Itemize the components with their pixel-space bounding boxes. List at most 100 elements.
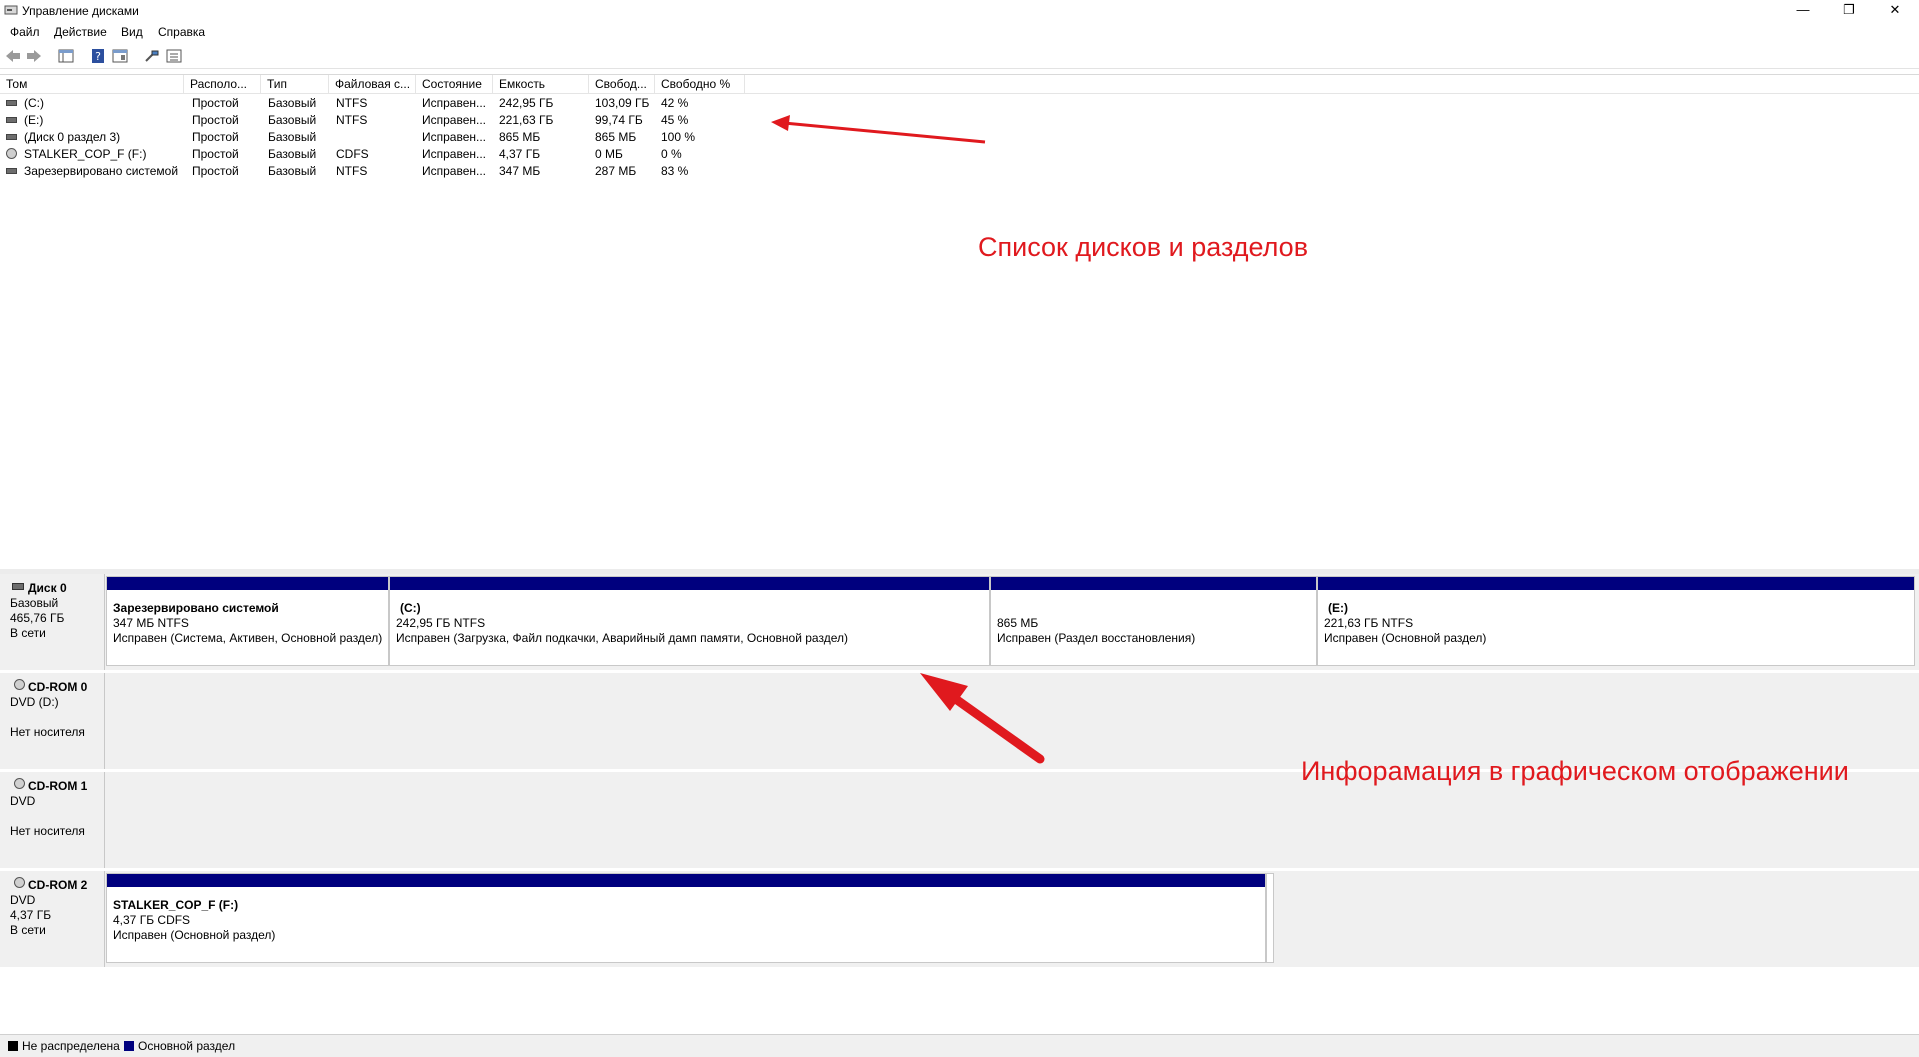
disk-row-cdrom2: CD-ROM 2 DVD 4,37 ГБ В сети STALKER_COP_… bbox=[0, 871, 1919, 970]
disk-management-app-icon bbox=[4, 5, 18, 15]
column-header-filesystem[interactable]: Файловая с... bbox=[329, 75, 416, 93]
cell-free-percent: 45 % bbox=[661, 113, 689, 127]
cell-free-percent: 42 % bbox=[661, 96, 689, 110]
connect-icon[interactable] bbox=[144, 49, 160, 63]
cell-volume: (E:) bbox=[24, 113, 44, 127]
cell-status: Исправен... bbox=[422, 113, 487, 127]
list-row[interactable]: (Диск 0 раздел 3) Простой Базовый Исправ… bbox=[0, 129, 760, 146]
cdrom-icon bbox=[14, 877, 25, 888]
annotation-graphic-label: Инфорамация в графическом отображении bbox=[1301, 756, 1849, 786]
partition-system-reserved[interactable]: Зарезервировано системой 347 МБ NTFS Исп… bbox=[107, 577, 390, 665]
disk-type: Базовый bbox=[10, 596, 59, 610]
console-tree-icon[interactable] bbox=[58, 49, 74, 63]
cdrom-icon bbox=[6, 148, 17, 159]
cell-capacity: 4,37 ГБ bbox=[499, 147, 541, 161]
volume-icon bbox=[6, 117, 17, 123]
column-header-volume[interactable]: Том bbox=[0, 75, 184, 93]
partition-size: 865 МБ bbox=[997, 616, 1039, 630]
cell-type: Базовый bbox=[268, 130, 317, 144]
back-arrow-icon[interactable] bbox=[5, 49, 21, 63]
disk-info[interactable]: CD-ROM 0 DVD (D:) Нет носителя bbox=[0, 673, 105, 769]
column-header-layout[interactable]: Располо... bbox=[184, 75, 261, 93]
disk-type: DVD bbox=[10, 893, 36, 907]
cell-filesystem: NTFS bbox=[336, 113, 368, 127]
legend-primary-label: Основной раздел bbox=[138, 1039, 236, 1053]
disk-name: CD-ROM 1 bbox=[28, 779, 88, 793]
partition-title: (C:) bbox=[400, 601, 421, 615]
disk-name: Диск 0 bbox=[28, 581, 67, 595]
cdrom-icon bbox=[14, 679, 25, 690]
cell-layout: Простой bbox=[192, 130, 239, 144]
disk-status: В сети bbox=[10, 626, 46, 640]
cell-filesystem: NTFS bbox=[336, 96, 368, 110]
properties-icon[interactable] bbox=[112, 49, 128, 63]
disk-type: DVD (D:) bbox=[10, 695, 59, 709]
list-header: Том Располо... Тип Файловая с... Состоян… bbox=[0, 75, 1919, 94]
volume-list: Том Располо... Тип Файловая с... Состоян… bbox=[0, 74, 1919, 571]
column-header-status[interactable]: Состояние bbox=[416, 75, 493, 93]
restore-button[interactable]: ❐ bbox=[1826, 0, 1872, 22]
svg-text:?: ? bbox=[95, 50, 101, 63]
forward-arrow-icon[interactable] bbox=[26, 49, 42, 63]
column-header-free-percent[interactable]: Свободно % bbox=[655, 75, 745, 93]
column-header-capacity[interactable]: Емкость bbox=[493, 75, 589, 93]
cell-layout: Простой bbox=[192, 164, 239, 178]
cell-volume: STALKER_COP_F (F:) bbox=[24, 147, 147, 161]
cell-free: 865 МБ bbox=[595, 130, 637, 144]
cell-status: Исправен... bbox=[422, 164, 487, 178]
partition-recovery[interactable]: 865 МБ Исправен (Раздел восстановления) bbox=[991, 577, 1318, 665]
partition-title: (E:) bbox=[1328, 601, 1348, 615]
menu-file[interactable]: Файл bbox=[10, 25, 40, 39]
partition-size: 347 МБ NTFS bbox=[113, 616, 189, 630]
disk-info[interactable]: Диск 0 Базовый 465,76 ГБ В сети bbox=[0, 574, 105, 670]
cell-status: Исправен... bbox=[422, 130, 487, 144]
partition-title: Зарезервировано системой bbox=[113, 601, 279, 615]
disk-info[interactable]: CD-ROM 2 DVD 4,37 ГБ В сети bbox=[0, 871, 105, 967]
cdrom-icon bbox=[14, 778, 25, 789]
cell-free: 0 МБ bbox=[595, 147, 623, 161]
volume-icon bbox=[6, 134, 17, 140]
column-header-type[interactable]: Тип bbox=[261, 75, 329, 93]
cell-capacity: 347 МБ bbox=[499, 164, 541, 178]
toolbar: ? bbox=[0, 44, 1919, 69]
column-header-free[interactable]: Свобод... bbox=[589, 75, 655, 93]
partition-bar bbox=[390, 577, 989, 590]
cell-capacity: 221,63 ГБ bbox=[499, 113, 554, 127]
cell-layout: Простой bbox=[192, 96, 239, 110]
legend-unallocated-swatch bbox=[8, 1041, 18, 1051]
legend-unallocated-label: Не распределена bbox=[22, 1039, 120, 1053]
close-button[interactable]: ✕ bbox=[1872, 0, 1918, 22]
disk-info[interactable]: CD-ROM 1 DVD Нет носителя bbox=[0, 772, 105, 868]
menu-action[interactable]: Действие bbox=[54, 25, 107, 39]
partition-e[interactable]: (E:) 221,63 ГБ NTFS Исправен (Основной р… bbox=[1318, 577, 1914, 665]
partition-status: Исправен (Раздел восстановления) bbox=[997, 631, 1196, 645]
list-view-icon[interactable] bbox=[166, 49, 182, 63]
disk-status: В сети bbox=[10, 923, 46, 937]
legend-bar: Не распределена Основной раздел bbox=[0, 1034, 1919, 1057]
cell-type: Базовый bbox=[268, 164, 317, 178]
partition-bar bbox=[107, 874, 1265, 887]
disk-name: CD-ROM 0 bbox=[28, 680, 88, 694]
hard-disk-icon bbox=[12, 583, 24, 590]
list-row[interactable]: (C:) Простой Базовый NTFS Исправен... 24… bbox=[0, 95, 760, 112]
partition-status: Исправен (Система, Активен, Основной раз… bbox=[113, 631, 383, 645]
partition-f[interactable]: STALKER_COP_F (F:) 4,37 ГБ CDFS Исправен… bbox=[107, 874, 1267, 962]
list-row[interactable]: Зарезервировано системой Простой Базовый… bbox=[0, 163, 760, 180]
annotation-list-label: Список дисков и разделов bbox=[978, 232, 1309, 262]
menu-view[interactable]: Вид bbox=[121, 25, 143, 39]
partition-bar bbox=[107, 577, 388, 590]
partition-bar bbox=[991, 577, 1316, 590]
list-row[interactable]: (E:) Простой Базовый NTFS Исправен... 22… bbox=[0, 112, 760, 129]
cell-capacity: 242,95 ГБ bbox=[499, 96, 554, 110]
cell-volume: (C:) bbox=[24, 96, 44, 110]
help-icon[interactable]: ? bbox=[90, 49, 106, 63]
disk-row-disk0: Диск 0 Базовый 465,76 ГБ В сети Зарезерв… bbox=[0, 574, 1919, 673]
partition-status: Исправен (Основной раздел) bbox=[1324, 631, 1487, 645]
minimize-button[interactable]: — bbox=[1780, 0, 1826, 22]
cell-filesystem: CDFS bbox=[336, 147, 369, 161]
menu-help[interactable]: Справка bbox=[158, 25, 205, 39]
partition-c[interactable]: (C:) 242,95 ГБ NTFS Исправен (Загрузка, … bbox=[390, 577, 991, 665]
cell-type: Базовый bbox=[268, 96, 317, 110]
list-row[interactable]: STALKER_COP_F (F:) Простой Базовый CDFS … bbox=[0, 146, 760, 163]
cell-volume: (Диск 0 раздел 3) bbox=[24, 130, 121, 144]
